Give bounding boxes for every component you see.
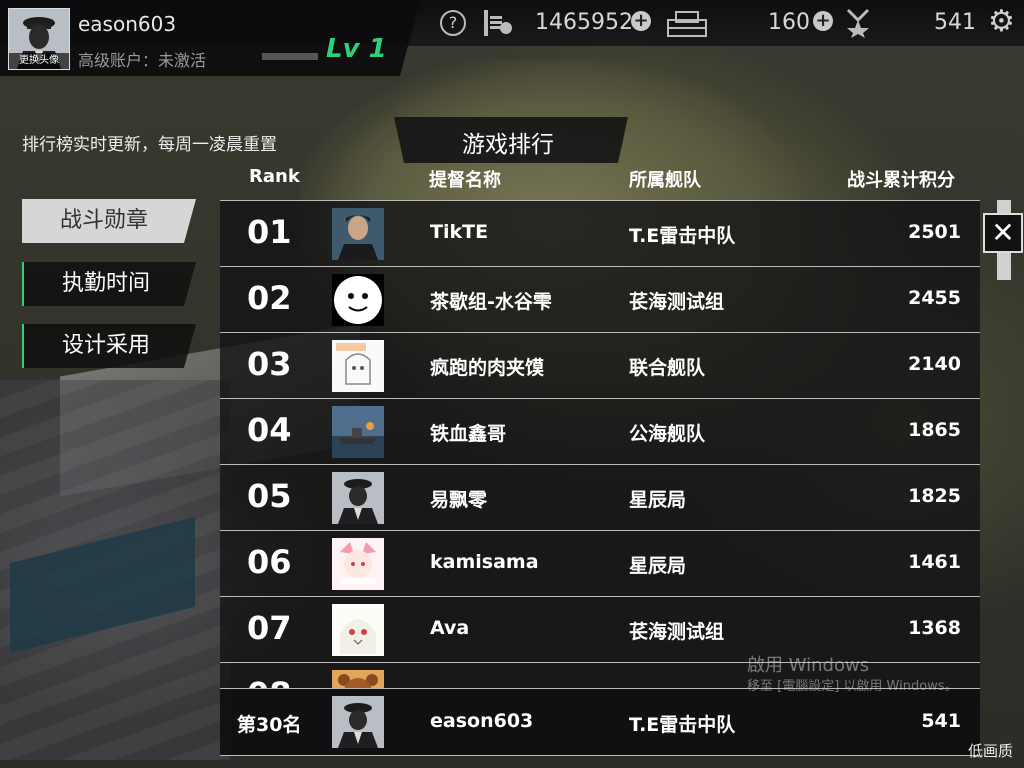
rank-number: 02: [247, 279, 292, 317]
player-score: 2455: [908, 287, 961, 309]
my-rank: 第30名: [237, 714, 302, 736]
anime-pink-icon: [332, 538, 384, 590]
warship-icon: [332, 406, 384, 458]
column-header-score: 战斗累计积分: [847, 170, 955, 191]
player-avatar[interactable]: [332, 670, 384, 688]
change-avatar-label[interactable]: 更换头像: [9, 53, 69, 69]
rank-number: 07: [247, 609, 292, 647]
add-coins-button[interactable]: +: [631, 11, 651, 31]
level-progress-bar: [262, 53, 318, 60]
my-score: 541: [921, 710, 961, 732]
man-portrait-icon: [332, 208, 384, 260]
anime-girl-sketch-icon: [332, 340, 384, 392]
page-title: 游戏排行: [462, 132, 554, 158]
player-score: 2140: [908, 353, 961, 375]
table-row[interactable]: 04 铁血鑫哥 公海舰队 1865: [220, 398, 980, 465]
add-material-button[interactable]: +: [813, 11, 833, 31]
meme-face-icon: [332, 274, 384, 326]
player-name: 疯跑的肉夹馍: [430, 357, 545, 379]
table-row[interactable]: 01 TikTE T.E雷击中队 2501: [220, 200, 980, 267]
rank-number: 06: [247, 543, 292, 581]
player-fleet: 公海舰队: [629, 423, 706, 445]
player-name: Ava: [430, 617, 470, 639]
windows-activation-watermark: 啟用 Windows: [747, 655, 870, 676]
quality-toggle[interactable]: 低画质: [968, 740, 1013, 761]
my-rank-row: 第30名 eason603 T.E雷击中队 541: [220, 688, 980, 756]
player-score: 1368: [908, 617, 961, 639]
rank-number: 01: [247, 213, 292, 251]
player-avatar[interactable]: [332, 538, 384, 590]
player-fleet: 星辰局: [629, 555, 687, 577]
table-row[interactable]: 06 kamisama 星辰局 1461: [220, 530, 980, 597]
avatar[interactable]: 更换头像: [8, 8, 70, 70]
player-score: 2501: [908, 221, 961, 243]
account-status: 高级账户：未激活: [78, 51, 207, 70]
player-name: 铁血鑫哥: [430, 423, 507, 445]
column-header-fleet: 所属舰队: [629, 170, 701, 191]
player-fleet: 联合舰队: [629, 357, 706, 379]
player-fleet: 苌海测试组: [629, 621, 725, 643]
column-header-rank: Rank: [249, 166, 300, 187]
rank-number: 08: [247, 675, 292, 688]
player-name: 茶歇组-水谷雫: [430, 291, 552, 313]
medals-value: 541: [934, 10, 976, 35]
material-value: 160: [768, 10, 810, 35]
tab-duty-time[interactable]: 执勤时间: [22, 262, 196, 306]
rank-number: 03: [247, 345, 292, 383]
windows-activation-hint: 移至 [電腦設定] 以啟用 Windows。: [747, 679, 958, 694]
profile-panel: 更换头像 eason603 高级账户：未激活 Lv 1: [0, 0, 420, 76]
tab-label: 战斗勋章: [60, 208, 149, 233]
player-fleet: 星辰局: [629, 489, 687, 511]
player-fleet: 苌海测试组: [629, 291, 725, 313]
tab-design-adopted[interactable]: 设计采用: [22, 324, 196, 368]
player-score: 1825: [908, 485, 961, 507]
level-label: Lv 1: [326, 34, 387, 64]
player-avatar[interactable]: [332, 406, 384, 458]
gear-icon[interactable]: ⚙: [988, 5, 1015, 39]
player-avatar[interactable]: [332, 604, 384, 656]
table-row[interactable]: 05 易飘零 星辰局 1825: [220, 464, 980, 531]
table-row[interactable]: 02 茶歇组-水谷雫 苌海测试组 2455: [220, 266, 980, 333]
column-header-name: 提督名称: [429, 170, 501, 191]
player-avatar[interactable]: [332, 274, 384, 326]
tab-label: 设计采用: [62, 333, 151, 358]
rank-number: 04: [247, 411, 292, 449]
admiral-avatar-icon: [332, 696, 384, 748]
tab-battle-medals[interactable]: 战斗勋章: [22, 199, 196, 243]
my-fleet: T.E雷击中队: [629, 714, 736, 736]
leaderboard-list[interactable]: 01 TikTE T.E雷击中队 2501 02 茶歇组-水谷雫 苌海测试组 2…: [220, 200, 980, 688]
player-avatar[interactable]: [332, 472, 384, 524]
player-avatar[interactable]: [332, 208, 384, 260]
coin-stack-icon: [484, 10, 512, 36]
rank-number: 05: [247, 477, 292, 515]
supply-crate-icon: [667, 11, 707, 37]
help-icon[interactable]: ?: [440, 10, 466, 36]
coins-value: 1465952: [535, 10, 633, 35]
player-avatar[interactable]: [332, 340, 384, 392]
admiral-avatar-icon: [332, 472, 384, 524]
player-score: 1461: [908, 551, 961, 573]
bear-icon: [332, 670, 384, 688]
my-name: eason603: [430, 710, 534, 732]
player-name: TikTE: [430, 221, 489, 243]
medal-icon: [846, 8, 870, 38]
reset-notice: 排行榜实时更新，每周一凌晨重置: [22, 135, 277, 155]
table-row[interactable]: 03 疯跑的肉夹馍 联合舰队 2140: [220, 332, 980, 399]
player-fleet: T.E雷击中队: [629, 225, 736, 247]
player-name: 易飘零: [430, 489, 488, 511]
my-avatar: [332, 696, 384, 748]
close-icon: ✕: [991, 216, 1015, 249]
anime-white-icon: [332, 604, 384, 656]
player-name: kamisama: [430, 551, 539, 573]
username: eason603: [78, 12, 177, 36]
tab-label: 执勤时间: [62, 271, 151, 296]
close-button[interactable]: ✕: [983, 213, 1023, 253]
player-score: 1865: [908, 419, 961, 441]
